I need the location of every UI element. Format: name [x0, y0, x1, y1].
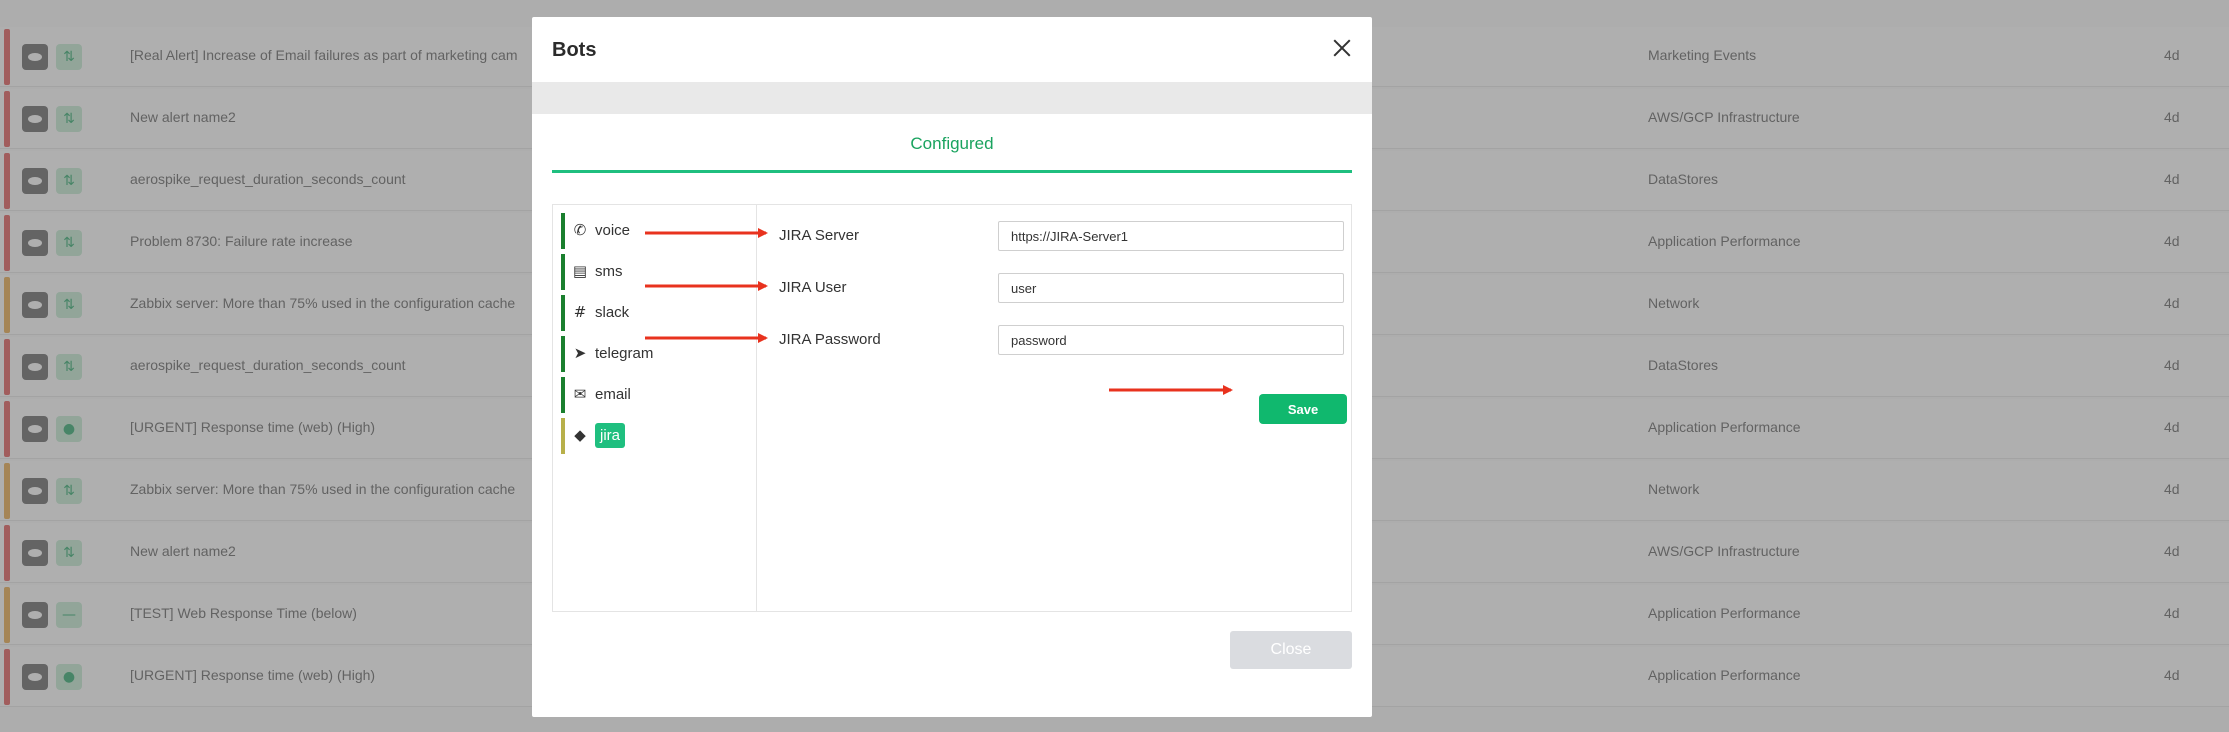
bot-item-email[interactable]: ✉ email — [561, 377, 731, 413]
bot-label: jira — [595, 423, 626, 448]
message-icon: ▤ — [572, 262, 588, 280]
telegram-icon: ➤ — [573, 344, 587, 362]
bot-item-telegram[interactable]: ➤ telegram — [561, 336, 731, 372]
jira-server-input[interactable] — [998, 221, 1344, 251]
tab-underline — [552, 170, 1352, 173]
bot-label: slack — [595, 304, 630, 321]
jira-password-label: JIRA Password — [779, 331, 881, 348]
bot-label: email — [595, 386, 631, 403]
jira-server-label: JIRA Server — [779, 227, 860, 244]
bot-item-voice[interactable]: ✆ voice — [561, 213, 731, 249]
jira-password-input[interactable] — [998, 325, 1344, 355]
bot-list: ✆ voice ▤ sms # slack ➤ telegram ✉ email… — [553, 205, 757, 611]
close-icon[interactable] — [1328, 35, 1356, 63]
bot-item-sms[interactable]: ▤ sms — [561, 254, 731, 290]
jira-user-label: JIRA User — [779, 279, 847, 296]
bot-label: voice — [595, 222, 631, 239]
jira-user-input[interactable] — [998, 273, 1344, 303]
bot-label: sms — [595, 263, 623, 280]
envelope-icon: ✉ — [573, 385, 587, 403]
bot-label: telegram — [595, 345, 654, 362]
modal-header-band — [532, 82, 1372, 114]
bots-panel: ✆ voice ▤ sms # slack ➤ telegram ✉ email… — [552, 204, 1352, 612]
bot-item-slack[interactable]: # slack — [561, 295, 731, 331]
bots-modal: Bots Configured ✆ voice ▤ sms # slack ➤ … — [532, 17, 1372, 717]
slack-icon: # — [573, 303, 587, 321]
phone-icon: ✆ — [573, 221, 587, 239]
tab-configured[interactable]: Configured — [552, 134, 1352, 154]
modal-title: Bots — [552, 39, 597, 61]
save-button[interactable]: Save — [1259, 394, 1347, 424]
jira-icon: ◆ — [574, 426, 586, 444]
bot-item-jira[interactable]: ◆ jira — [561, 418, 731, 454]
close-button[interactable]: Close — [1230, 631, 1352, 669]
